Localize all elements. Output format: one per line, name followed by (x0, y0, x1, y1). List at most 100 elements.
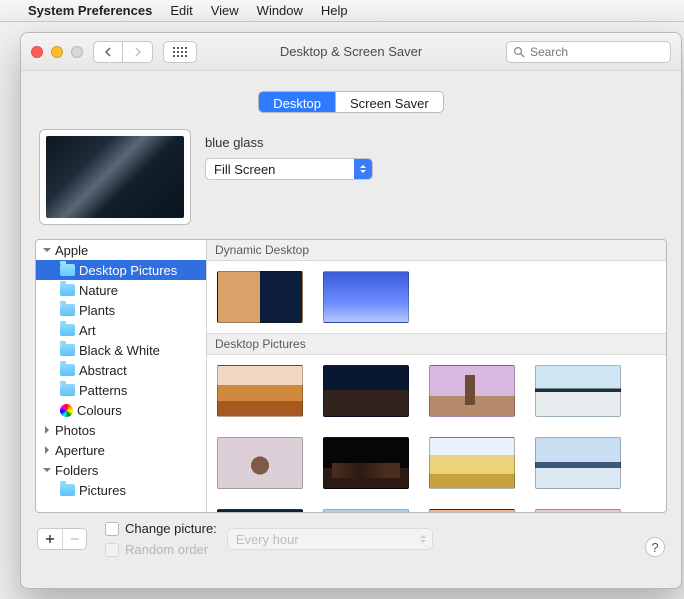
wallpaper-thumbnail[interactable] (429, 365, 515, 417)
tree-item-folders[interactable]: Folders (36, 460, 206, 480)
chevron-right-icon (134, 47, 142, 57)
wallpaper-thumbnail[interactable] (429, 509, 515, 512)
menu-help[interactable]: Help (321, 3, 348, 18)
help-button[interactable]: ? (645, 537, 665, 557)
folder-icon (60, 344, 75, 356)
tree-item-patterns[interactable]: Patterns (36, 380, 206, 400)
tree-item-label: Pictures (79, 483, 126, 498)
random-order-checkbox (105, 543, 119, 557)
tree-item-art[interactable]: Art (36, 320, 206, 340)
folder-icon (60, 484, 75, 496)
folder-icon (60, 324, 75, 336)
tree-item-label: Abstract (79, 363, 127, 378)
tree-item-desktop-pictures[interactable]: Desktop Pictures (36, 260, 206, 280)
gallery-section (207, 261, 666, 333)
wallpaper-thumbnail[interactable] (535, 509, 621, 512)
nav-buttons (93, 41, 153, 63)
wallpaper-thumbnail[interactable] (535, 365, 621, 417)
tree-item-label: Aperture (55, 443, 105, 458)
traffic-lights (31, 46, 83, 58)
tree-item-black-white[interactable]: Black & White (36, 340, 206, 360)
menubar: System Preferences Edit View Window Help (0, 0, 684, 22)
search-field[interactable] (506, 41, 671, 63)
tree-item-abstract[interactable]: Abstract (36, 360, 206, 380)
search-icon (513, 46, 525, 58)
tab-switcher: Desktop Screen Saver (35, 91, 667, 113)
plus-icon (45, 534, 55, 544)
chevron-left-icon (104, 47, 112, 57)
close-button[interactable] (31, 46, 43, 58)
folder-icon (60, 384, 75, 396)
content: Desktop Screen Saver blue glass Fill Scr… (21, 71, 681, 588)
forward-button[interactable] (123, 41, 153, 63)
menu-view[interactable]: View (211, 3, 239, 18)
tree-item-pictures[interactable]: Pictures (36, 480, 206, 500)
back-button[interactable] (93, 41, 123, 63)
tree-item-label: Apple (55, 243, 88, 258)
disclosure-triangle-icon[interactable] (42, 466, 51, 475)
picker-split: Apple Desktop Pictures Nature Plants Art Blac… (35, 239, 667, 513)
change-interval-select: Every hour (227, 528, 433, 550)
app-menu[interactable]: System Preferences (28, 3, 152, 18)
wallpaper-thumbnail[interactable] (323, 509, 409, 512)
wallpaper-gallery[interactable]: Dynamic DesktopDesktop Pictures (207, 240, 666, 512)
tree-item-label: Desktop Pictures (79, 263, 177, 278)
wallpaper-thumbnail[interactable] (429, 437, 515, 489)
folder-icon (60, 304, 75, 316)
grid-icon (173, 47, 187, 57)
current-wallpaper-preview (39, 129, 191, 225)
tab-screensaver[interactable]: Screen Saver (335, 92, 443, 112)
remove-folder-button (62, 529, 86, 549)
tab-desktop[interactable]: Desktop (259, 92, 335, 112)
updown-icon (354, 159, 372, 179)
change-picture-checkbox[interactable] (105, 522, 119, 536)
zoom-button (71, 46, 83, 58)
search-input[interactable] (530, 45, 664, 59)
add-folder-button[interactable] (38, 529, 62, 549)
fit-mode-select[interactable]: Fill Screen (205, 158, 373, 180)
tree-item-label: Art (79, 323, 96, 338)
tree-item-label: Folders (55, 463, 98, 478)
random-order-label: Random order (125, 542, 208, 557)
tree-item-colours[interactable]: Colours (36, 400, 206, 420)
tree-item-label: Patterns (79, 383, 127, 398)
gallery-section-header: Desktop Pictures (207, 333, 666, 355)
disclosure-triangle-icon[interactable] (42, 246, 51, 255)
folder-icon (60, 364, 75, 376)
menu-window[interactable]: Window (257, 3, 303, 18)
color-wheel-icon (60, 404, 73, 417)
source-tree[interactable]: Apple Desktop Pictures Nature Plants Art Blac… (36, 240, 207, 512)
titlebar: Desktop & Screen Saver (21, 33, 681, 71)
add-remove-buttons (37, 528, 87, 550)
tree-item-label: Colours (77, 403, 122, 418)
wallpaper-thumbnail[interactable] (323, 271, 409, 323)
tree-item-label: Plants (79, 303, 115, 318)
random-order-option: Random order (105, 542, 217, 557)
preview-row: blue glass Fill Screen (35, 129, 667, 239)
wallpaper-name: blue glass (205, 135, 663, 150)
wallpaper-thumbnail[interactable] (217, 365, 303, 417)
wallpaper-thumbnail[interactable] (323, 365, 409, 417)
folder-icon (60, 284, 75, 296)
tree-item-label: Photos (55, 423, 95, 438)
wallpaper-thumbnail[interactable] (535, 437, 621, 489)
updown-icon (420, 532, 426, 546)
tree-item-apple[interactable]: Apple (36, 240, 206, 260)
tree-item-photos[interactable]: Photos (36, 420, 206, 440)
disclosure-triangle-icon[interactable] (42, 446, 51, 455)
footer-controls: Change picture: Random order Every hour … (35, 513, 667, 557)
disclosure-triangle-icon[interactable] (42, 426, 51, 435)
tree-item-aperture[interactable]: Aperture (36, 440, 206, 460)
wallpaper-thumbnail[interactable] (323, 437, 409, 489)
menu-edit[interactable]: Edit (170, 3, 192, 18)
wallpaper-thumbnail[interactable] (217, 509, 303, 512)
gallery-section (207, 355, 666, 512)
change-picture-option[interactable]: Change picture: (105, 521, 217, 536)
minimize-button[interactable] (51, 46, 63, 58)
change-picture-label: Change picture: (125, 521, 217, 536)
wallpaper-thumbnail[interactable] (217, 437, 303, 489)
wallpaper-thumbnail[interactable] (217, 271, 303, 323)
tree-item-nature[interactable]: Nature (36, 280, 206, 300)
tree-item-plants[interactable]: Plants (36, 300, 206, 320)
show-all-button[interactable] (163, 41, 197, 63)
